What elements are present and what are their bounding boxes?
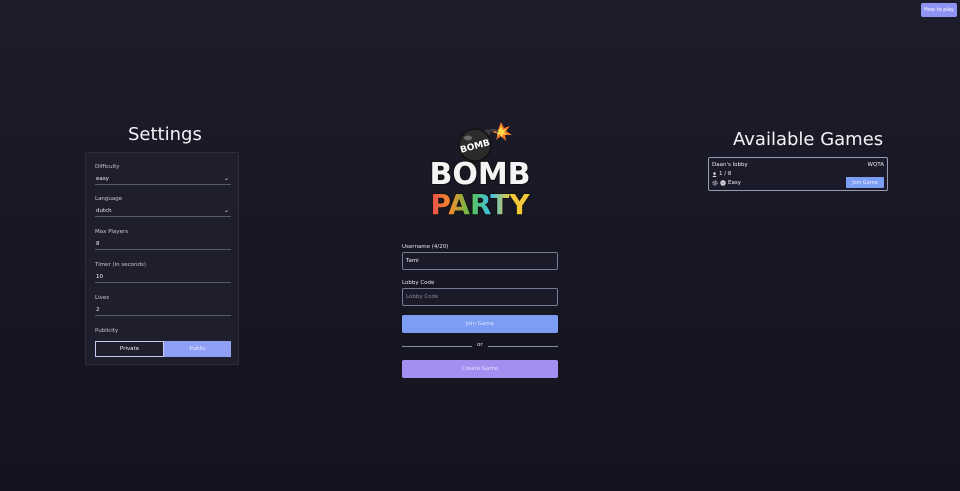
difficulty-select[interactable]: easy ⌄ [95,173,231,185]
timer-value: 10 [96,273,103,280]
divider-left [402,346,472,347]
difficulty-value: easy [96,175,109,182]
timer-input[interactable]: 10 [95,271,231,283]
max-players-label: Max Players [95,229,129,235]
join-lobby-button[interactable]: Join Game [846,177,884,188]
max-players-input[interactable]: 8 [95,238,231,250]
spark-icon [492,122,512,141]
lobby-name: Daan's lobby [712,162,748,168]
public-option[interactable]: Public [164,341,231,357]
publicity-toggle: Private Public [95,341,231,357]
difficulty-value: Easy [728,180,741,186]
bomb-party-logo: BOMB BOMB PARTY [428,122,532,220]
difficulty-label: Difficulty [95,164,120,170]
settings-panel: Difficulty easy ⌄ Language dutch ⌄ Max P… [85,152,239,365]
private-option[interactable]: Private [95,341,164,357]
lobby-code-label: Lobby Code [402,280,435,286]
game-difficulty: Easy [712,180,741,186]
or-text: or [477,342,483,348]
chevron-down-icon: ⌄ [223,207,229,214]
publicity-label: Publicity [95,328,119,334]
logo-line-party: PARTY [430,188,530,220]
create-game-button[interactable]: Create Game [402,360,558,378]
timer-label: Timer (in seconds) [95,262,147,268]
divider-right [488,346,558,347]
language-label: Language [95,196,123,202]
lives-input[interactable]: 2 [95,304,231,316]
language-value: dutch [96,207,112,214]
username-label: Username (4/20) [402,244,449,250]
lives-label: Lives [95,295,110,301]
how-to-play-button[interactable]: How to play [921,3,957,17]
settings-title: Settings [128,124,202,145]
join-game-button[interactable]: Join Game [402,315,558,333]
gear-icon [712,180,718,186]
language-select[interactable]: dutch ⌄ [95,205,231,217]
lives-value: 2 [96,306,100,313]
logo-line-bomb: BOMB [429,157,530,192]
lobby-code: WQTA [867,162,884,168]
smiley-icon [720,180,726,186]
user-icon [712,171,717,177]
lobby-code-input[interactable]: Lobby Code [402,288,558,306]
player-count: 1 / 8 [712,171,731,177]
game-card: Daan's lobby WQTA 1 / 8 Easy Join Game [708,157,888,191]
player-count-value: 1 / 8 [719,171,732,177]
username-input[interactable]: Tami [402,252,558,270]
available-games-title: Available Games [733,129,884,150]
chevron-down-icon: ⌄ [223,175,229,182]
max-players-value: 8 [96,240,100,247]
